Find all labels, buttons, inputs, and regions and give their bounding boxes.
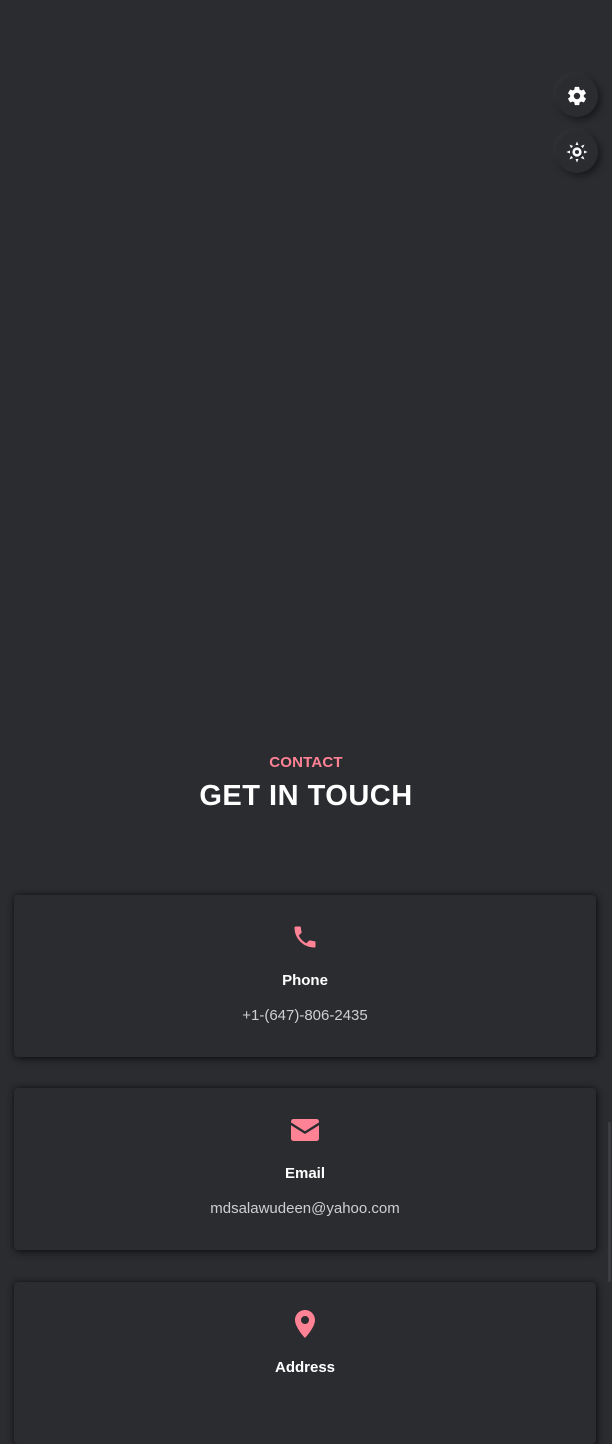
contact-card-label: Email bbox=[284, 1165, 326, 1182]
section-title: GET IN TOUCH bbox=[199, 780, 413, 812]
email-address[interactable]: mdsalawudeen@yahoo.com bbox=[14, 1200, 596, 1217]
envelope-icon bbox=[14, 1116, 596, 1144]
contact-card-email: Email mdsalawudeen@yahoo.com bbox=[14, 1088, 596, 1250]
phone-number[interactable]: +1-(647)-806-2435 bbox=[14, 1007, 596, 1024]
phone-icon bbox=[14, 923, 596, 951]
contact-card-address: Address bbox=[14, 1282, 596, 1444]
settings-button[interactable] bbox=[556, 75, 598, 117]
contact-card-phone: Phone +1-(647)-806-2435 bbox=[14, 895, 596, 1057]
map-marker-icon bbox=[14, 1310, 596, 1338]
theme-toggle-button[interactable] bbox=[556, 131, 598, 173]
contact-card-label: Address bbox=[274, 1359, 336, 1376]
section-eyebrow: CONTACT bbox=[269, 754, 343, 771]
scrollbar[interactable] bbox=[608, 1122, 611, 1282]
sun-icon bbox=[566, 141, 588, 163]
contact-card-label: Phone bbox=[282, 972, 328, 989]
gear-icon bbox=[566, 85, 588, 107]
